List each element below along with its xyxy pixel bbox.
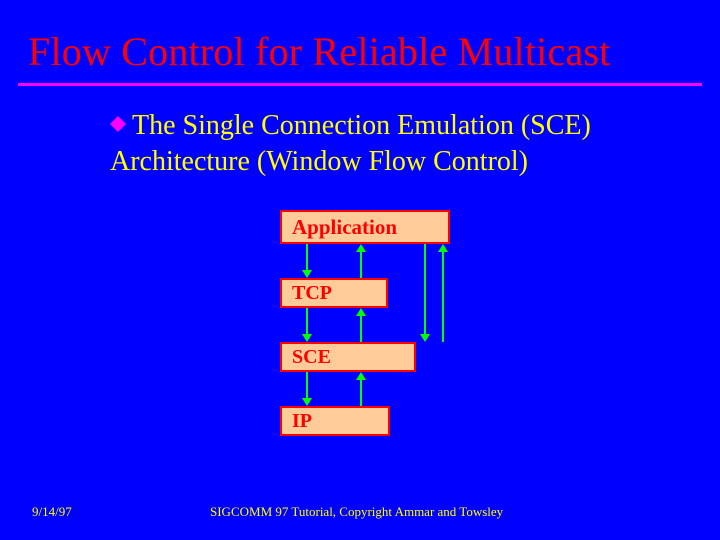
- arrow-down-icon: [302, 270, 312, 278]
- arrow-up-icon: [438, 244, 448, 252]
- bullet-item: The Single Connection Emulation (SCE) Ar…: [110, 108, 660, 180]
- arrow-line: [360, 252, 362, 278]
- bullet-text: The Single Connection Emulation (SCE) Ar…: [110, 110, 591, 177]
- layer-tcp: TCP: [280, 278, 388, 308]
- diamond-bullet-icon: [110, 108, 132, 144]
- layer-application: Application: [280, 210, 450, 244]
- footer-copyright: SIGCOMM 97 Tutorial, Copyright Ammar and…: [210, 504, 503, 520]
- arrow-down-icon: [302, 398, 312, 406]
- slide-title: Flow Control for Reliable Multicast: [0, 0, 720, 83]
- arrow-line: [306, 308, 308, 334]
- arrow-line: [306, 244, 308, 270]
- arrow-line: [424, 244, 426, 334]
- arrow-down-icon: [302, 334, 312, 342]
- footer-date: 9/14/97: [32, 504, 72, 520]
- slide: Flow Control for Reliable Multicast The …: [0, 0, 720, 540]
- layer-ip: IP: [280, 406, 390, 436]
- title-underline: [18, 83, 702, 86]
- arrow-up-icon: [356, 372, 366, 380]
- arrow-up-icon: [356, 244, 366, 252]
- layer-diagram: Application TCP SCE IP: [0, 210, 720, 470]
- arrow-down-icon: [420, 334, 430, 342]
- arrow-line: [306, 372, 308, 398]
- layer-sce: SCE: [280, 342, 416, 372]
- arrow-line: [360, 316, 362, 342]
- arrow-line: [442, 252, 444, 342]
- arrow-line: [360, 380, 362, 406]
- arrow-up-icon: [356, 308, 366, 316]
